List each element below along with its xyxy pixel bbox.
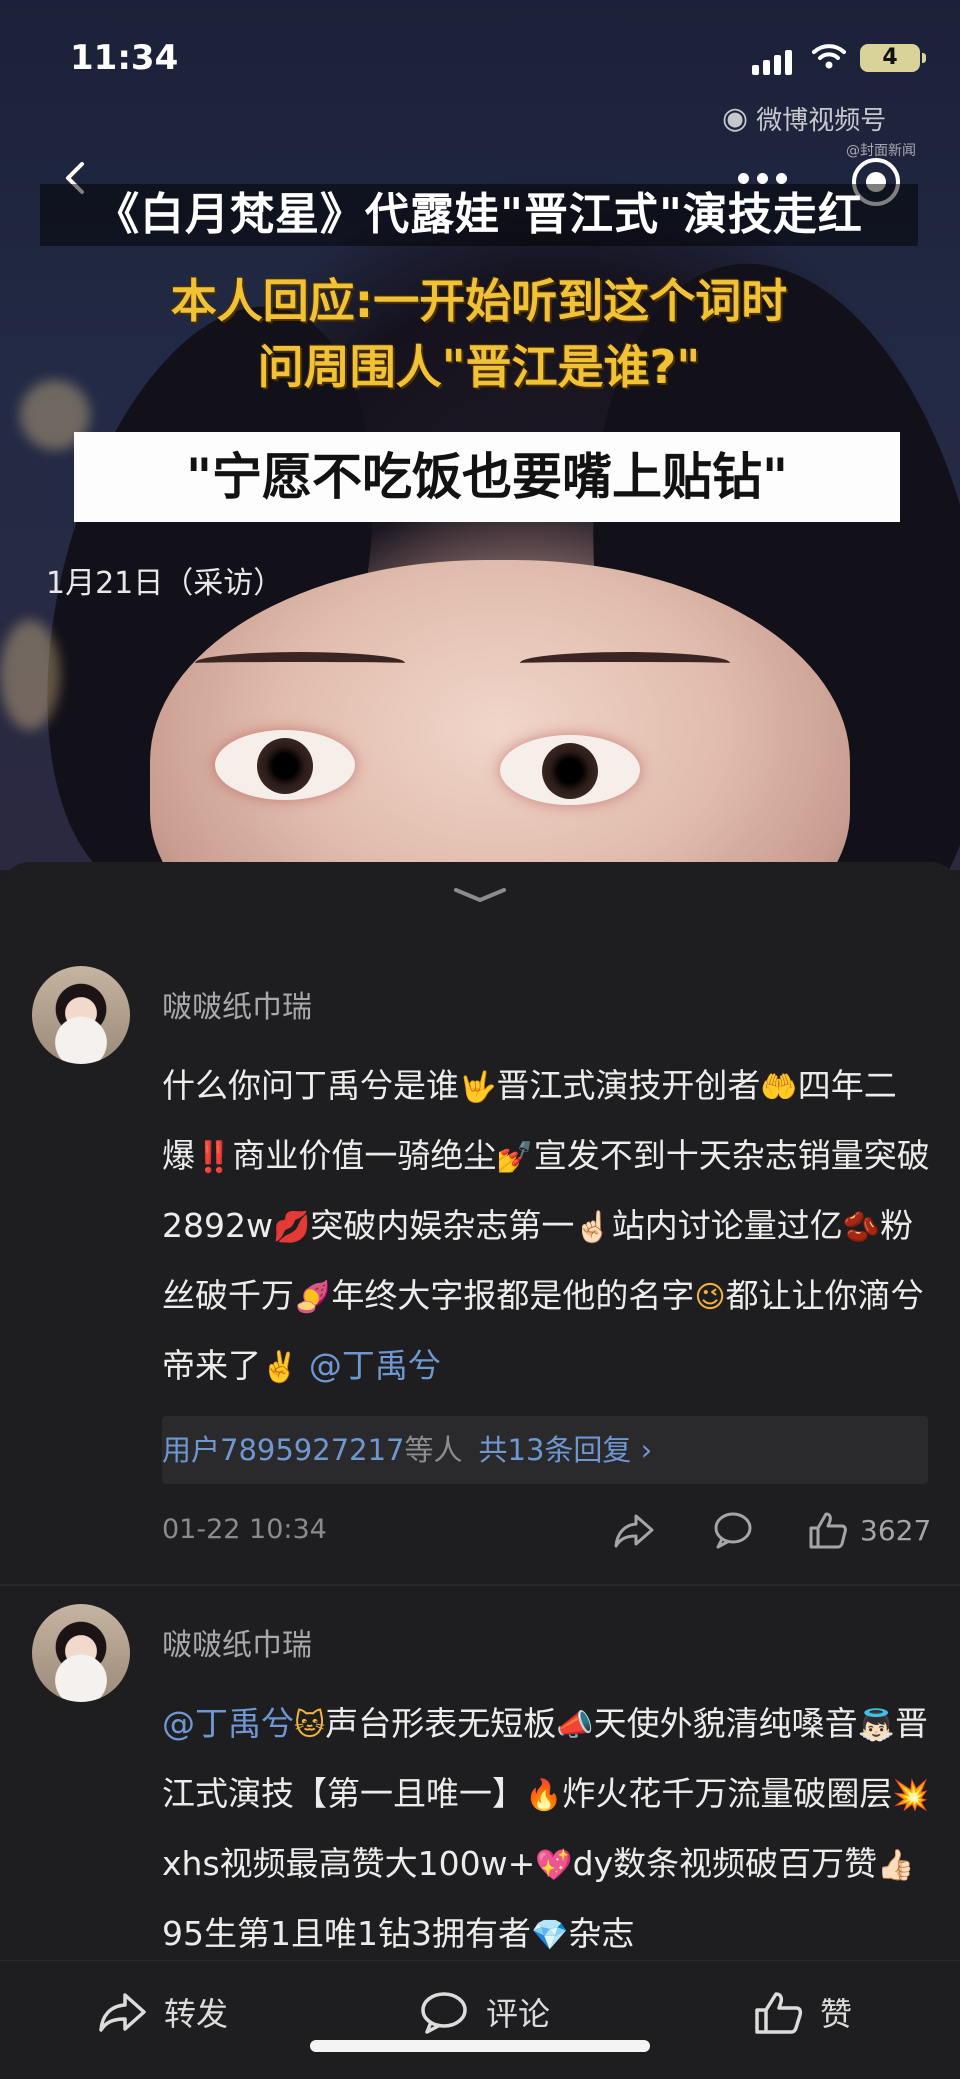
- comment-text-segment: 年终大字报都是他的名字: [331, 1276, 695, 1315]
- comment-text-segment: 声台形表无短板: [325, 1704, 557, 1743]
- emoji-icon: 💋: [272, 1210, 311, 1245]
- bokeh-light: [0, 620, 60, 730]
- battery-icon: 4: [860, 44, 926, 72]
- eyebrow: [195, 652, 405, 674]
- home-indicator[interactable]: [310, 2040, 650, 2052]
- bottom-action-bar: 转发 评论 赞: [0, 1960, 960, 2079]
- comments-sheet: 啵啵纸巾瑞 什么你问丁禹兮是谁🤟晋江式演技开创者🤲四年二爆‼️商业价值一骑绝尘💅…: [0, 862, 960, 2079]
- like-icon: [755, 1992, 803, 2034]
- emoji-icon: 💖: [535, 1848, 573, 1883]
- weibo-logo-icon: ◉: [722, 101, 749, 136]
- comment-text-segment: 什么你问丁禹兮是谁: [162, 1066, 459, 1105]
- comment-text-segment: dy数条视频破百万赞: [572, 1844, 878, 1883]
- emoji-icon: ☝🏻: [574, 1210, 612, 1245]
- share-icon[interactable]: [612, 1510, 656, 1550]
- status-time: 11:34: [70, 38, 179, 78]
- emoji-icon: 📣: [556, 1708, 594, 1743]
- eyebrow: [520, 652, 730, 674]
- emoji-icon: 🐱: [294, 1708, 326, 1743]
- emoji-icon: 🤲: [760, 1070, 798, 1105]
- comment-author[interactable]: 啵啵纸巾瑞: [162, 1620, 312, 1664]
- emoji-icon: 🍠: [294, 1280, 332, 1315]
- emoji-icon: ‼️: [195, 1140, 233, 1175]
- emoji-icon: 💎: [530, 1918, 569, 1953]
- user-mention-link[interactable]: @丁禹兮: [298, 1346, 441, 1385]
- like-count: 3627: [860, 1514, 932, 1547]
- video-caption-date: 1月21日（采访）: [46, 566, 284, 601]
- comment-author[interactable]: 啵啵纸巾瑞: [162, 982, 312, 1026]
- collapse-chevron-icon[interactable]: [450, 884, 510, 906]
- comment-icon: [421, 1992, 467, 2034]
- like-button[interactable]: 赞: [752, 1987, 852, 2037]
- video-caption-quote: "宁愿不吃饭也要嘴上贴钻": [74, 432, 900, 522]
- emoji-icon: 🤟: [459, 1070, 497, 1105]
- weibo-watermark: ◉ 微博视频号: [722, 101, 887, 136]
- comment-meta: 01-22 10:34 3627: [162, 1510, 932, 1554]
- comment-text-segment: 杂志: [568, 1914, 635, 1953]
- avatar[interactable]: [32, 1604, 130, 1702]
- comment-text-segment: 天使外貌清纯嗓音: [593, 1704, 858, 1743]
- emoji-icon: 💅: [496, 1140, 534, 1175]
- comment-text-segment: 95生第1且唯1钻3拥有者: [162, 1914, 531, 1953]
- video-player[interactable]: 11:34 4 ◉ 微博视频号 @封面新闻 《白月梵星》代露娃"晋江式"演技走红…: [0, 0, 960, 870]
- avatar[interactable]: [32, 966, 130, 1064]
- comment-button[interactable]: 评论: [418, 1987, 550, 2037]
- comment-text-segment: 站内讨论量过亿: [611, 1206, 843, 1245]
- comment-text-segment: xhs视频最高赞大100w+: [162, 1844, 536, 1883]
- comment-text: @丁禹兮🐱声台形表无短板📣天使外貌清纯嗓音👼🏻晋江式演技【第一且唯一】🔥炸火花千…: [162, 1690, 932, 1970]
- like-icon[interactable]: [807, 1510, 849, 1550]
- video-caption-subtitle: 本人回应:一开始听到这个词时 问周围人"晋江是谁?": [170, 274, 788, 394]
- repost-button[interactable]: 转发: [96, 1987, 228, 2037]
- comment-text-segment: 商业价值一骑绝尘: [232, 1136, 497, 1175]
- emoji-icon: 🫘: [842, 1210, 881, 1245]
- replies-link[interactable]: 用户7895927217等人 共13条回复 ›: [162, 1416, 928, 1484]
- eye: [215, 730, 355, 800]
- comment-text-segment: 突破内娱杂志第一: [310, 1206, 575, 1245]
- user-mention-link[interactable]: @丁禹兮: [162, 1704, 294, 1743]
- comment-time: 01-22 10:34: [162, 1514, 327, 1545]
- watermark-source: @封面新闻: [846, 143, 916, 159]
- comment-text: 什么你问丁禹兮是谁🤟晋江式演技开创者🤲四年二爆‼️商业价值一骑绝尘💅宣发不到十天…: [162, 1052, 932, 1402]
- comment-icon[interactable]: [712, 1510, 754, 1550]
- emoji-icon: 😉: [694, 1280, 726, 1315]
- emoji-icon: 🔥: [525, 1778, 563, 1813]
- repost-icon: [99, 1993, 146, 2032]
- signal-icon: [752, 50, 792, 75]
- video-caption-title: 《白月梵星》代露娃"晋江式"演技走红: [40, 184, 918, 246]
- emoji-icon: 👼🏻: [857, 1708, 895, 1743]
- emoji-icon: 💥: [892, 1778, 930, 1813]
- comment-text-segment: 晋江式演技开创者: [496, 1066, 761, 1105]
- wifi-icon: [812, 44, 846, 69]
- eye: [500, 735, 640, 805]
- divider: [0, 1584, 960, 1586]
- emoji-icon: ✌️: [261, 1350, 299, 1385]
- comment-text-segment: 炸火花千万流量破圈层: [562, 1774, 893, 1813]
- emoji-icon: 👍🏻: [877, 1848, 915, 1883]
